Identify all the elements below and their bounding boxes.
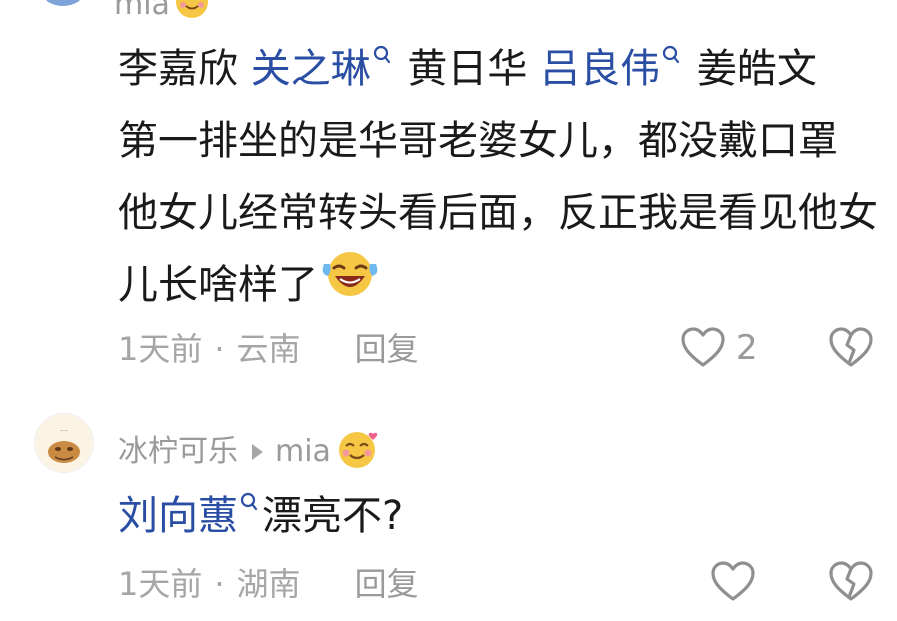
mention-name[interactable]: 关之琳 [251,46,371,92]
avatar-mia[interactable] [34,0,92,6]
blushing-face-emoji [174,0,212,26]
blushing-face-emoji [335,428,381,476]
mention-link-3[interactable]: 刘向蕙 [118,492,262,539]
comment1-location: 云南 [236,330,301,368]
comment2-meta: 1天前 · 湖南 回复 [118,568,419,600]
mention-link-1[interactable]: 关之琳 [251,45,395,92]
comment2-reply-button[interactable]: 回复 [355,568,419,600]
comment1-username[interactable]: mia [114,0,170,20]
comment1-like-count: 2 [736,328,758,368]
comment2-location: 湖南 [236,565,301,603]
comment1-text-part1: 李嘉欣 [118,46,251,92]
comment2-username-row: 冰柠可乐 mia [118,428,381,476]
comment2-dislike-button[interactable] [828,561,874,603]
comment2-like-button[interactable] [710,561,756,603]
reply-arrow-icon [252,444,263,460]
broken-heart-icon [829,561,873,601]
comment2-text-body: 漂亮不? [262,493,404,539]
comment2-text: 刘向蕙 漂亮不? [118,480,878,552]
search-icon [663,45,680,64]
search-icon [373,45,390,64]
laughing-crying-emoji [320,246,380,321]
comment1-text: 李嘉欣 关之琳 黄日华 吕良伟 姜皓文 第一排坐的是华哥老婆女儿，都没戴口罩 他… [118,33,878,321]
comment1-time: 1天前 [118,330,203,368]
avatar-binglingkele[interactable]: ··· [34,413,94,473]
search-icon [240,492,258,511]
mention-name[interactable]: 吕良伟 [540,46,660,92]
comment2-reply-to[interactable]: mia [275,437,331,467]
meta-separator: · [214,330,225,368]
comment1-meta: 1天前 · 云南 回复 [118,333,419,365]
heart-icon [711,561,755,601]
meta-separator: · [214,565,225,603]
comment1-reply-button[interactable]: 回复 [355,333,419,365]
comment2-time: 1天前 [118,565,203,603]
comment1-like-button[interactable]: 2 [680,327,758,369]
heart-icon [681,327,725,367]
svg-text:···: ··· [61,427,68,435]
comment1-text-part2: 黄日华 [394,46,541,92]
comment2-username[interactable]: 冰柠可乐 [118,437,238,467]
comment1-username-row: mia [114,0,212,26]
mention-name[interactable]: 刘向蕙 [118,493,238,539]
mention-link-2[interactable]: 吕良伟 [540,45,684,92]
broken-heart-icon [829,327,873,367]
comment1-dislike-button[interactable] [828,327,874,369]
